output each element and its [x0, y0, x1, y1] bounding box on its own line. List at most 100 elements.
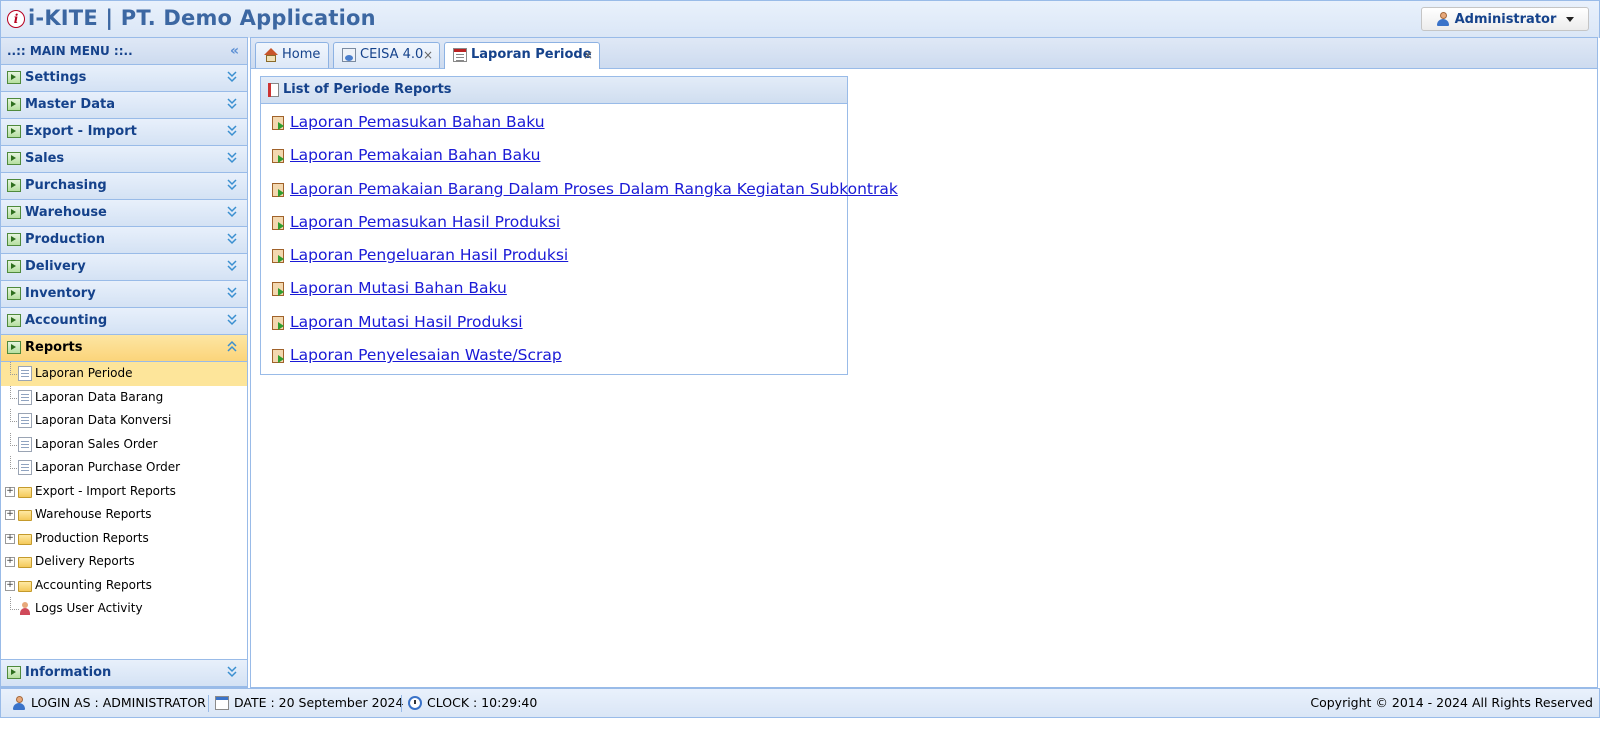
section-label: Information [25, 665, 112, 680]
tree-item[interactable]: + Export - Import Reports [1, 480, 247, 504]
section-export-import[interactable]: Export - Import [1, 119, 247, 146]
caret-down-icon [1566, 16, 1575, 22]
report-link-icon [272, 182, 284, 197]
report-link-icon [272, 215, 284, 230]
tree-item[interactable]: Laporan Periode [1, 362, 247, 386]
clock-text: CLOCK : 10:29:40 [427, 695, 538, 710]
expand-toggle-icon[interactable]: + [5, 557, 15, 567]
section-label: Reports [25, 340, 83, 355]
user-menu-label: Administrator [1454, 11, 1557, 27]
section-label: Export - Import [25, 124, 137, 139]
report-link-icon [272, 315, 284, 330]
report-list-item: Laporan Pemakaian Barang Dalam Proses Da… [261, 171, 898, 204]
section-icon [7, 206, 21, 219]
ceisa-icon [342, 48, 356, 62]
expand-toggle-icon[interactable]: + [5, 486, 15, 497]
tab-home[interactable]: Home [255, 42, 329, 68]
report-list-icon [268, 83, 279, 97]
section-icon [7, 260, 21, 273]
tree-item-label: Logs User Activity [35, 601, 143, 615]
tab-label: Home [282, 47, 321, 62]
collapse-sidebar-icon[interactable]: « [230, 38, 239, 64]
report-list-item: Laporan Pemakaian Bahan Baku [261, 137, 847, 170]
report-link-icon [272, 116, 284, 130]
report-link[interactable]: Laporan Pemasukan Hasil Produksi [290, 213, 560, 231]
convert-icon [18, 413, 32, 428]
report-link[interactable]: Laporan Penyelesaian Waste/Scrap [290, 346, 562, 364]
section-warehouse[interactable]: Warehouse [1, 200, 247, 227]
section-icon [7, 341, 21, 354]
sales-order-icon [18, 436, 32, 452]
section-label: Master Data [25, 97, 115, 112]
section-label: Settings [25, 70, 87, 85]
tab-label: CEISA 4.0 [360, 47, 424, 62]
login-status: LOGIN AS : ADMINISTRATOR [12, 689, 206, 717]
tree-item-label: Delivery Reports [35, 554, 135, 568]
chevron-double-up-icon [227, 340, 237, 352]
tree-item[interactable]: Laporan Data Konversi [1, 409, 247, 433]
section-information[interactable]: Information [1, 659, 247, 687]
section-settings[interactable]: Settings [1, 65, 247, 92]
report-link[interactable]: Laporan Pemakaian Bahan Baku [290, 146, 540, 164]
report-link[interactable]: Laporan Pengeluaran Hasil Produksi [290, 246, 568, 264]
date-text: DATE : 20 September 2024 [234, 695, 404, 710]
tab-ceisa[interactable]: CEISA 4.0 × [333, 42, 440, 68]
close-tab-icon[interactable]: × [423, 43, 433, 67]
folder-icon [18, 486, 32, 498]
panel-title: List of Periode Reports [283, 82, 452, 97]
tree-item[interactable]: + Production Reports [1, 527, 247, 551]
report-link[interactable]: Laporan Mutasi Bahan Baku [290, 279, 507, 297]
tree-item[interactable]: + Accounting Reports [1, 574, 247, 598]
divider [401, 695, 402, 712]
main-area: Home CEISA 4.0 × Laporan Periode × List … [250, 37, 1598, 688]
date-status: DATE : 20 September 2024 [215, 689, 403, 717]
report-list-item: Laporan Mutasi Bahan Baku [261, 270, 847, 303]
user-log-icon [18, 601, 32, 616]
report-link[interactable]: Laporan Pemakaian Barang Dalam Proses Da… [290, 180, 898, 198]
chevron-double-down-icon [227, 314, 237, 326]
divider [208, 695, 209, 712]
tree-item[interactable]: Laporan Sales Order [1, 432, 247, 457]
app-logo-icon: i [7, 10, 25, 28]
tree-item-label: Laporan Sales Order [35, 436, 158, 451]
report-link-list: Laporan Pemasukan Bahan Baku Laporan Pema… [261, 104, 898, 370]
report-link[interactable]: Laporan Pemasukan Bahan Baku [290, 113, 545, 131]
section-purchasing[interactable]: Purchasing [1, 173, 247, 200]
chevron-double-down-icon [227, 666, 237, 678]
section-inventory[interactable]: Inventory [1, 281, 247, 308]
app-header: i i-KITE | PT. Demo Application Administ… [0, 0, 1600, 38]
chevron-double-down-icon [227, 260, 237, 272]
section-label: Sales [25, 151, 65, 166]
tab-laporan-periode[interactable]: Laporan Periode × [444, 42, 600, 69]
section-label: Warehouse [25, 205, 107, 220]
section-icon [7, 179, 21, 192]
section-reports[interactable]: Reports [1, 335, 247, 362]
tree-item[interactable]: + Delivery Reports [1, 550, 247, 574]
purchase-order-icon [18, 460, 32, 475]
copyright-text: Copyright © 2014 - 2024 All Rights Reser… [1310, 695, 1593, 710]
section-icon [7, 98, 21, 111]
section-sales[interactable]: Sales [1, 146, 247, 173]
section-production[interactable]: Production [1, 227, 247, 254]
user-menu-button[interactable]: Administrator [1421, 7, 1589, 31]
expand-toggle-icon[interactable]: + [5, 580, 15, 591]
tab-label: Laporan Periode [471, 47, 592, 62]
expand-toggle-icon[interactable]: + [5, 533, 15, 544]
tree-item[interactable]: Laporan Data Barang [1, 385, 247, 410]
section-master-data[interactable]: Master Data [1, 92, 247, 119]
tree-item-label: Laporan Purchase Order [35, 460, 181, 474]
section-accounting[interactable]: Accounting [1, 308, 247, 335]
section-delivery[interactable]: Delivery [1, 254, 247, 281]
tab-bar: Home CEISA 4.0 × Laporan Periode × [251, 38, 1597, 69]
close-tab-icon[interactable]: × [583, 43, 593, 67]
report-link[interactable]: Laporan Mutasi Hasil Produksi [290, 313, 523, 331]
chevron-double-down-icon [227, 206, 237, 218]
tree-item-label: Warehouse Reports [35, 507, 152, 521]
report-link-icon [272, 349, 284, 364]
tree-item[interactable]: Logs User Activity [1, 597, 247, 621]
tree-item[interactable]: + Warehouse Reports [1, 503, 247, 527]
expand-toggle-icon[interactable]: + [5, 510, 15, 520]
tree-item[interactable]: Laporan Purchase Order [1, 456, 247, 480]
tree-item-label: Laporan Data Barang [35, 389, 164, 404]
tree-item-label: Laporan Periode [35, 366, 133, 380]
